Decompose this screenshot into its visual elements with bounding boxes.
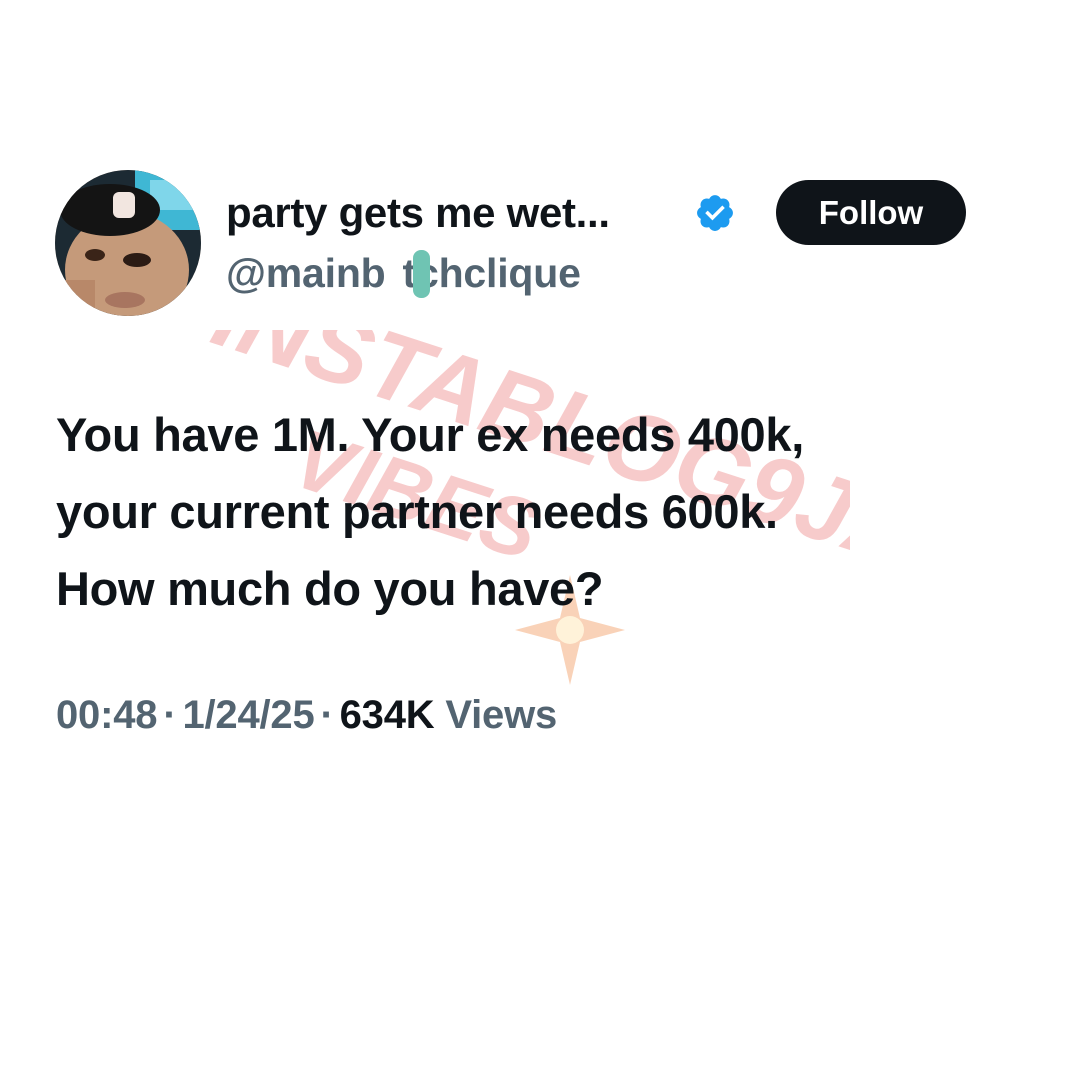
meta-separator: ·	[163, 693, 177, 737]
tweet-screenshot: party gets me wet... @mainb tchclique Fol…	[0, 0, 1080, 1080]
tweet-line: You have 1M. Your ex needs 400k,	[56, 408, 804, 461]
meta-separator: ·	[320, 693, 334, 737]
tweet-line: How much do you have?	[56, 562, 604, 615]
verified-badge-icon	[697, 195, 733, 231]
tweet-meta: 00:48 · 1/24/25 · 634K Views	[56, 690, 557, 740]
censor-mark	[413, 250, 430, 298]
tweet-text: You have 1M. Your ex needs 400k, your cu…	[56, 396, 1036, 627]
display-name[interactable]: party gets me wet...	[226, 188, 610, 238]
views-count[interactable]: 634K	[340, 693, 435, 737]
profile-photo-icon	[55, 170, 201, 316]
username-part-1: @mainb	[226, 250, 386, 296]
tweet-time[interactable]: 00:48	[56, 693, 158, 737]
tweet-date[interactable]: 1/24/25	[182, 693, 314, 737]
views-label: Views	[445, 693, 558, 737]
follow-button[interactable]: Follow	[776, 180, 966, 245]
tweet-line: your current partner needs 600k.	[56, 485, 778, 538]
username[interactable]: @mainb tchclique	[226, 248, 581, 298]
avatar[interactable]	[55, 170, 201, 316]
